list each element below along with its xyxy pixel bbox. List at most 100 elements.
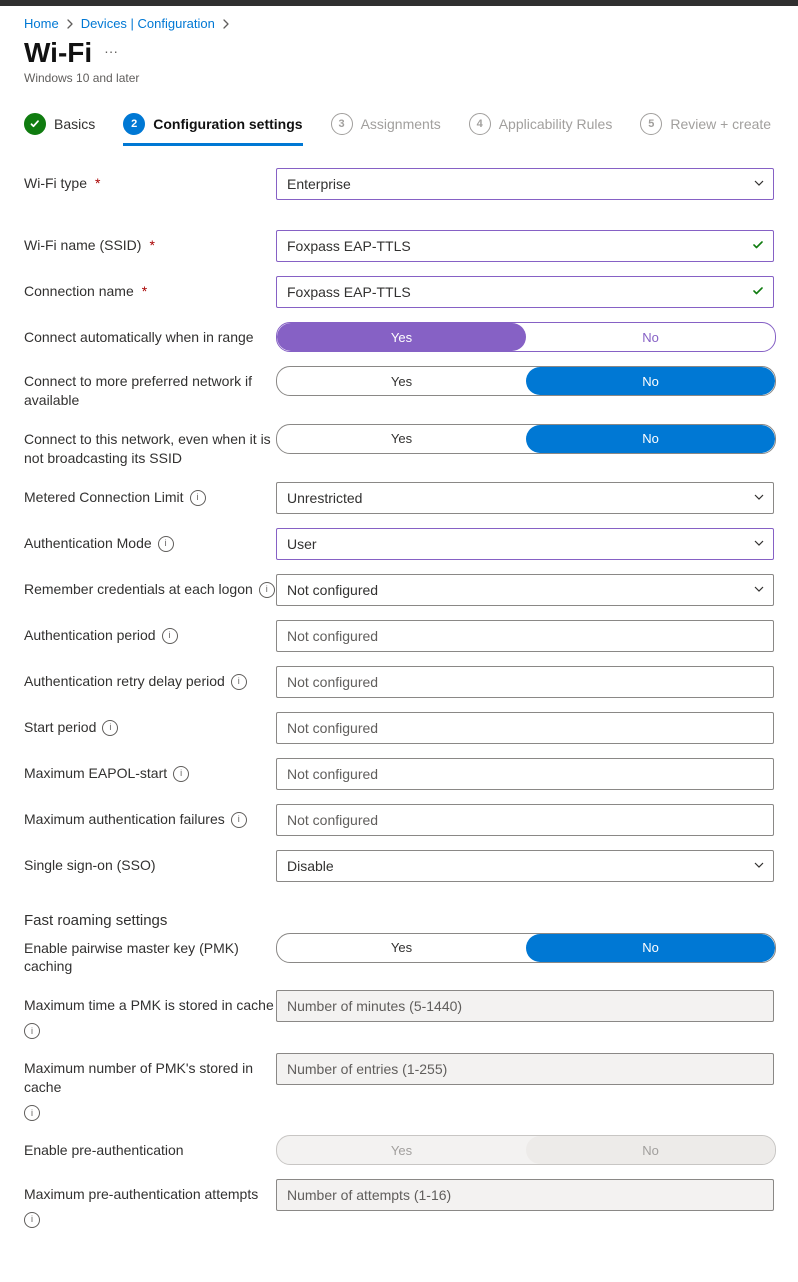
pmk-caching-toggle[interactable]: Yes No	[276, 933, 776, 963]
chevron-right-icon	[221, 19, 231, 29]
select-value: Disable	[287, 858, 743, 874]
connect-more-preferred-toggle[interactable]: Yes No	[276, 366, 776, 396]
start-period-label: Start period	[24, 718, 96, 737]
authentication-mode-label: Authentication Mode	[24, 534, 152, 553]
step-label: Configuration settings	[153, 116, 302, 132]
chevron-down-icon	[753, 858, 765, 874]
step-number: 4	[469, 113, 491, 135]
more-actions-button[interactable]: ···	[104, 43, 118, 59]
connect-hidden-ssid-toggle[interactable]: Yes No	[276, 424, 776, 454]
connect-more-preferred-label: Connect to more preferred network if ava…	[24, 372, 276, 410]
maximum-eapol-start-label: Maximum EAPOL-start	[24, 764, 167, 783]
wifi-ssid-label: Wi-Fi name (SSID)	[24, 236, 141, 255]
step-label: Basics	[54, 116, 95, 132]
info-icon[interactable]: i	[173, 766, 189, 782]
required-asterisk: *	[95, 174, 100, 193]
authentication-retry-delay-input[interactable]: Not configured	[276, 666, 774, 698]
info-icon[interactable]: i	[231, 812, 247, 828]
select-value: User	[287, 536, 743, 552]
toggle-yes[interactable]: Yes	[277, 934, 526, 962]
toggle-no[interactable]: No	[526, 934, 775, 962]
toggle-yes: Yes	[277, 1136, 526, 1164]
input-placeholder: Number of attempts (1-16)	[287, 1187, 743, 1203]
metered-limit-select[interactable]: Unrestricted	[276, 482, 774, 514]
pre-authentication-attempts-label: Maximum pre-authentication attempts	[24, 1185, 258, 1204]
checkmark-icon	[751, 238, 765, 255]
wifi-ssid-input[interactable]: Foxpass EAP-TTLS	[276, 230, 774, 262]
step-number: 2	[123, 113, 145, 135]
step-label: Applicability Rules	[499, 116, 613, 132]
toggle-yes[interactable]: Yes	[277, 425, 526, 453]
breadcrumb: Home Devices | Configuration	[24, 16, 774, 31]
step-label: Assignments	[361, 116, 441, 132]
wifi-type-select[interactable]: Enterprise	[276, 168, 774, 200]
info-icon[interactable]: i	[259, 582, 275, 598]
info-icon[interactable]: i	[231, 674, 247, 690]
page-subtitle: Windows 10 and later	[24, 71, 774, 85]
page-title: Wi-Fi	[24, 37, 92, 69]
toggle-yes[interactable]: Yes	[277, 323, 526, 351]
single-sign-on-label: Single sign-on (SSO)	[24, 856, 156, 875]
pre-authentication-toggle: Yes No	[276, 1135, 776, 1165]
select-value: Not configured	[287, 582, 743, 598]
info-icon[interactable]: i	[24, 1212, 40, 1228]
pre-authentication-label: Enable pre-authentication	[24, 1141, 184, 1160]
step-configuration-settings[interactable]: 2 Configuration settings	[123, 113, 302, 145]
chevron-down-icon	[753, 490, 765, 506]
connection-name-label: Connection name	[24, 282, 134, 301]
pmk-max-number-input: Number of entries (1-255)	[276, 1053, 774, 1085]
select-value: Enterprise	[287, 176, 743, 192]
info-icon[interactable]: i	[102, 720, 118, 736]
authentication-period-input[interactable]: Not configured	[276, 620, 774, 652]
remember-credentials-select[interactable]: Not configured	[276, 574, 774, 606]
required-asterisk: *	[142, 282, 147, 301]
step-applicability-rules[interactable]: 4 Applicability Rules	[469, 113, 613, 145]
window-topbar	[0, 0, 798, 6]
fast-roaming-section-title: Fast roaming settings	[24, 912, 774, 929]
input-placeholder: Not configured	[287, 812, 743, 828]
input-placeholder: Not configured	[287, 628, 743, 644]
toggle-no[interactable]: No	[526, 323, 775, 351]
pmk-caching-label: Enable pairwise master key (PMK) caching	[24, 939, 276, 977]
pre-authentication-attempts-input: Number of attempts (1-16)	[276, 1179, 774, 1211]
connect-automatically-toggle[interactable]: Yes No	[276, 322, 776, 352]
pmk-max-time-input: Number of minutes (5-1440)	[276, 990, 774, 1022]
required-asterisk: *	[149, 236, 154, 255]
info-icon[interactable]: i	[190, 490, 206, 506]
maximum-auth-failures-label: Maximum authentication failures	[24, 810, 225, 829]
wifi-type-label: Wi-Fi type	[24, 174, 87, 193]
check-icon	[24, 113, 46, 135]
step-review-create[interactable]: 5 Review + create	[640, 113, 771, 145]
checkmark-icon	[751, 284, 765, 301]
remember-credentials-label: Remember credentials at each logon	[24, 580, 253, 599]
toggle-no[interactable]: No	[526, 367, 775, 395]
toggle-no: No	[526, 1136, 775, 1164]
connect-hidden-ssid-label: Connect to this network, even when it is…	[24, 430, 276, 468]
breadcrumb-devices-configuration[interactable]: Devices | Configuration	[81, 16, 215, 31]
info-icon[interactable]: i	[24, 1023, 40, 1039]
input-placeholder: Not configured	[287, 720, 743, 736]
start-period-input[interactable]: Not configured	[276, 712, 774, 744]
breadcrumb-home[interactable]: Home	[24, 16, 59, 31]
info-icon[interactable]: i	[24, 1105, 40, 1121]
toggle-yes[interactable]: Yes	[277, 367, 526, 395]
maximum-auth-failures-input[interactable]: Not configured	[276, 804, 774, 836]
maximum-eapol-start-input[interactable]: Not configured	[276, 758, 774, 790]
input-placeholder: Number of entries (1-255)	[287, 1061, 743, 1077]
step-assignments[interactable]: 3 Assignments	[331, 113, 441, 145]
info-icon[interactable]: i	[158, 536, 174, 552]
connect-automatically-label: Connect automatically when in range	[24, 328, 254, 347]
input-placeholder: Number of minutes (5-1440)	[287, 998, 743, 1014]
toggle-no[interactable]: No	[526, 425, 775, 453]
chevron-down-icon	[753, 176, 765, 192]
step-basics[interactable]: Basics	[24, 113, 95, 145]
authentication-mode-select[interactable]: User	[276, 528, 774, 560]
input-value: Foxpass EAP-TTLS	[287, 238, 743, 254]
pmk-max-number-label: Maximum number of PMK's stored in cache	[24, 1059, 276, 1097]
input-placeholder: Not configured	[287, 674, 743, 690]
wizard-steps: Basics 2 Configuration settings 3 Assign…	[24, 113, 774, 146]
info-icon[interactable]: i	[162, 628, 178, 644]
single-sign-on-select[interactable]: Disable	[276, 850, 774, 882]
chevron-down-icon	[753, 582, 765, 598]
connection-name-input[interactable]: Foxpass EAP-TTLS	[276, 276, 774, 308]
